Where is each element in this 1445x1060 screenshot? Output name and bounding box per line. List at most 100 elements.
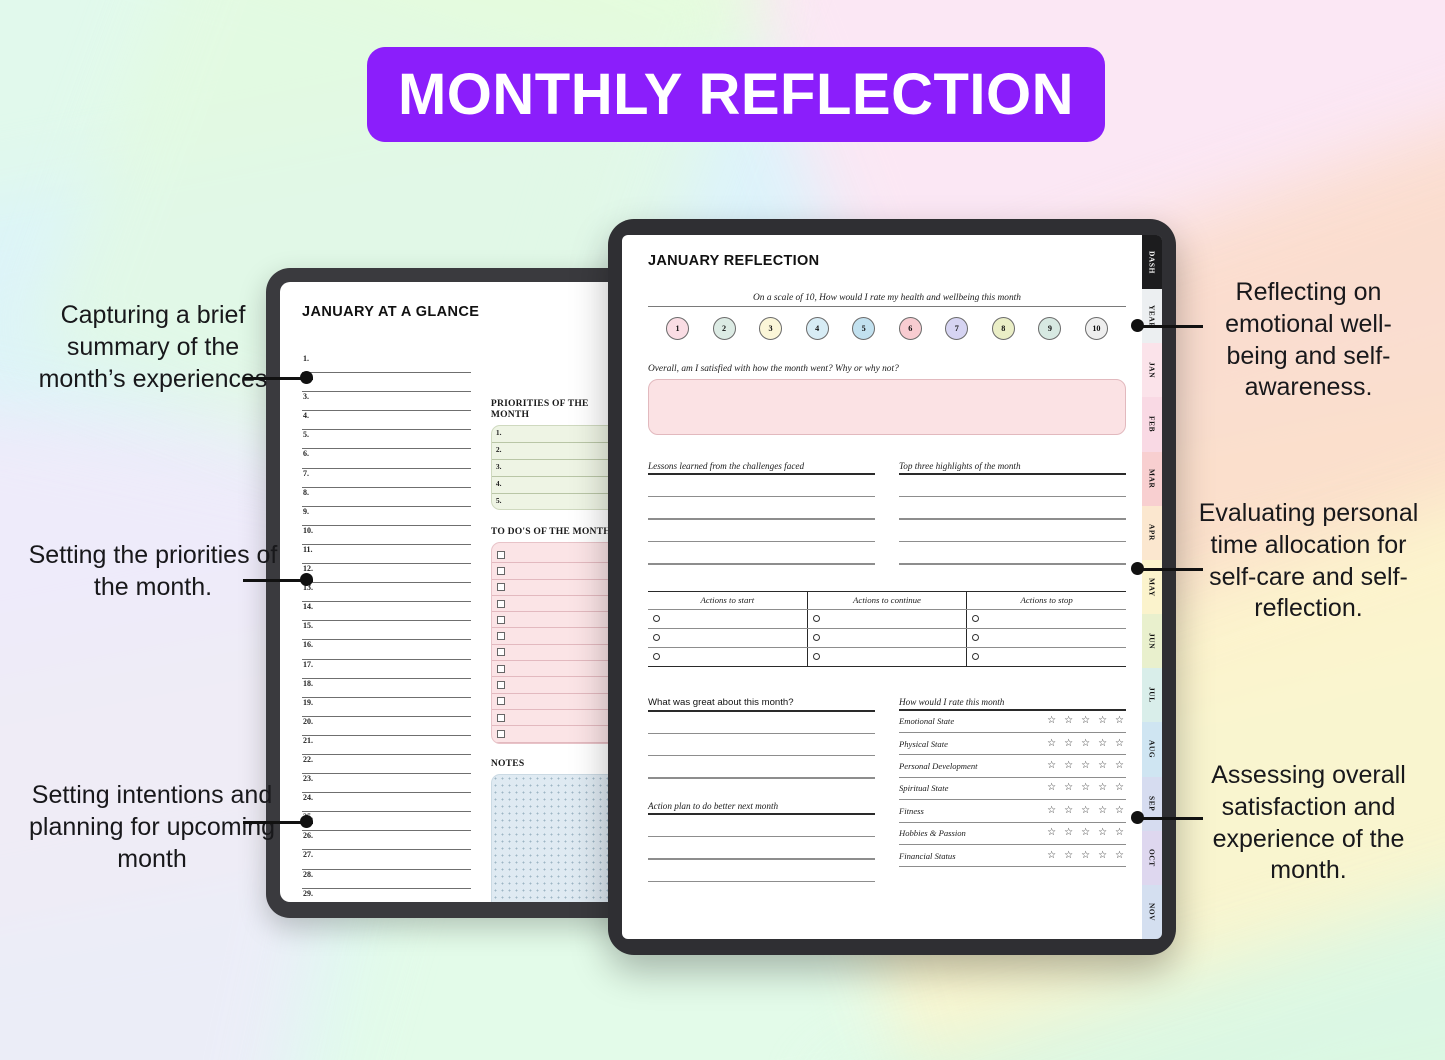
- month-tab-strip[interactable]: DASH YEAR JAN FEB MAR APR MAY JUN JUL AUG SEP OCT NO…: [1142, 235, 1162, 939]
- actions-table-cell[interactable]: [966, 628, 1126, 647]
- tab-nov[interactable]: NOV: [1142, 884, 1162, 939]
- tab-year[interactable]: YEAR: [1142, 289, 1162, 344]
- priority-row[interactable]: 4.: [491, 477, 625, 494]
- star-icon[interactable]: ☆: [1081, 805, 1090, 816]
- checkbox-icon[interactable]: [496, 648, 505, 657]
- tab-dash[interactable]: DASH: [1142, 235, 1162, 290]
- todo-row[interactable]: [491, 628, 625, 645]
- star-icon[interactable]: ☆: [1081, 828, 1090, 838]
- star-icon[interactable]: ☆: [1115, 850, 1124, 861]
- star-icon[interactable]: ☆: [1098, 850, 1107, 861]
- write-line[interactable]: [648, 563, 875, 565]
- glance-numbered-list[interactable]: 1. 2.3. 4. 5. 6. 7. 8. 9. 10. 11. 12. 13.14. 15. 16. 1…: [302, 354, 471, 902]
- scale-option-3[interactable]: 3: [759, 317, 783, 340]
- tab-oct[interactable]: OCT: [1142, 830, 1162, 885]
- ratings-rows[interactable]: Emotional State ☆ ☆ ☆ ☆ ☆ Physical State ☆ ☆ ☆ ☆ ☆ P…: [899, 711, 1126, 868]
- actions-table-body[interactable]: [648, 609, 1126, 666]
- glance-line[interactable]: 24.: [302, 793, 471, 813]
- star-icon[interactable]: ☆: [1047, 850, 1056, 861]
- checkbox-icon[interactable]: [496, 583, 505, 592]
- glance-line[interactable]: 19.: [302, 698, 471, 717]
- actions-table-cell[interactable]: [966, 647, 1126, 666]
- actions-table-row[interactable]: [648, 647, 1126, 666]
- rating-stars[interactable]: ☆ ☆ ☆ ☆ ☆: [1047, 850, 1126, 861]
- wellbeing-scale-options[interactable]: 1 2 3 4 5 6 7 8 9 10: [648, 317, 1126, 340]
- write-line[interactable]: [648, 777, 875, 779]
- checkbox-icon[interactable]: [496, 632, 505, 641]
- star-icon[interactable]: ☆: [1098, 716, 1107, 726]
- glance-line[interactable]: 1.: [302, 354, 471, 374]
- star-icon[interactable]: ☆: [1064, 783, 1073, 793]
- rating-stars[interactable]: ☆ ☆ ☆ ☆ ☆: [1047, 738, 1126, 749]
- glance-line[interactable]: 16.: [302, 640, 471, 660]
- tab-mar[interactable]: MAR: [1142, 451, 1162, 506]
- write-line[interactable]: [899, 518, 1126, 520]
- priority-row[interactable]: 5.: [492, 494, 625, 509]
- checkbox-icon[interactable]: [496, 615, 505, 624]
- glance-line[interactable]: 2.: [302, 373, 471, 393]
- star-icon[interactable]: ☆: [1047, 805, 1056, 816]
- scale-option-1[interactable]: 1: [666, 317, 689, 340]
- star-icon[interactable]: ☆: [1115, 805, 1124, 816]
- checkbox-icon[interactable]: [496, 599, 505, 608]
- scale-option-8[interactable]: 8: [991, 317, 1015, 340]
- checkbox-icon[interactable]: [496, 681, 505, 690]
- tab-feb[interactable]: FEB: [1142, 397, 1162, 452]
- todo-row[interactable]: [491, 563, 625, 580]
- todo-row[interactable]: [491, 677, 625, 694]
- glance-line[interactable]: 13.: [302, 583, 471, 603]
- glance-line[interactable]: 18.: [302, 679, 471, 698]
- rating-stars[interactable]: ☆ ☆ ☆ ☆ ☆: [1047, 716, 1126, 726]
- checkbox-icon[interactable]: [496, 697, 505, 706]
- star-icon[interactable]: ☆: [1047, 716, 1056, 726]
- star-icon[interactable]: ☆: [1098, 738, 1107, 749]
- star-icon[interactable]: ☆: [1115, 738, 1124, 749]
- checkbox-icon[interactable]: [496, 713, 505, 722]
- glance-line[interactable]: 12.: [302, 564, 471, 584]
- write-line[interactable]: [648, 835, 875, 838]
- glance-line[interactable]: 21.: [302, 736, 471, 755]
- tab-sep[interactable]: SEP: [1142, 776, 1162, 831]
- overall-answer-textbox[interactable]: [648, 379, 1126, 435]
- notes-box[interactable]: [490, 774, 626, 902]
- star-icon[interactable]: ☆: [1115, 783, 1124, 793]
- actions-table-cell[interactable]: [806, 609, 967, 628]
- glance-line[interactable]: 14.: [302, 602, 471, 622]
- glance-line[interactable]: 5.: [302, 430, 471, 450]
- tab-jun[interactable]: JUN: [1142, 614, 1162, 669]
- star-icon[interactable]: ☆: [1047, 828, 1056, 838]
- rating-row[interactable]: Emotional State ☆ ☆ ☆ ☆ ☆: [899, 711, 1126, 733]
- glance-line[interactable]: 4.: [302, 411, 471, 431]
- rating-row[interactable]: Personal Development ☆ ☆ ☆ ☆ ☆: [899, 755, 1126, 778]
- tab-aug[interactable]: AUG: [1142, 722, 1162, 777]
- actions-table-cell[interactable]: [806, 647, 967, 666]
- todo-row[interactable]: [491, 645, 625, 662]
- glance-line[interactable]: 6.: [302, 449, 471, 469]
- bullet-circle-icon[interactable]: [653, 634, 660, 642]
- checkbox-icon[interactable]: [496, 566, 505, 575]
- bullet-circle-icon[interactable]: [812, 653, 820, 661]
- glance-line[interactable]: 11.: [302, 545, 471, 565]
- actions-table-cell[interactable]: [966, 609, 1126, 628]
- glance-line[interactable]: 26.: [302, 831, 471, 851]
- todo-row[interactable]: [491, 596, 625, 613]
- bullet-circle-icon[interactable]: [972, 634, 980, 642]
- todos-box[interactable]: [490, 542, 626, 744]
- bullet-circle-icon[interactable]: [653, 653, 660, 661]
- priority-row[interactable]: 2.: [491, 443, 625, 460]
- star-icon[interactable]: ☆: [1064, 850, 1073, 861]
- bullet-circle-icon[interactable]: [812, 615, 820, 623]
- glance-line[interactable]: 28.: [302, 870, 471, 889]
- glance-line[interactable]: 20.: [302, 717, 471, 736]
- star-icon[interactable]: ☆: [1047, 761, 1056, 771]
- star-icon[interactable]: ☆: [1064, 828, 1073, 838]
- scale-option-5[interactable]: 5: [852, 317, 876, 340]
- rating-stars[interactable]: ☆ ☆ ☆ ☆ ☆: [1047, 828, 1126, 838]
- bullet-circle-icon[interactable]: [812, 634, 820, 642]
- write-line[interactable]: [648, 858, 875, 860]
- priority-row[interactable]: 1.: [491, 426, 625, 443]
- star-icon[interactable]: ☆: [1047, 738, 1056, 749]
- todo-row[interactable]: [491, 612, 625, 629]
- glance-line[interactable]: 7.: [302, 469, 471, 488]
- star-icon[interactable]: ☆: [1098, 805, 1107, 816]
